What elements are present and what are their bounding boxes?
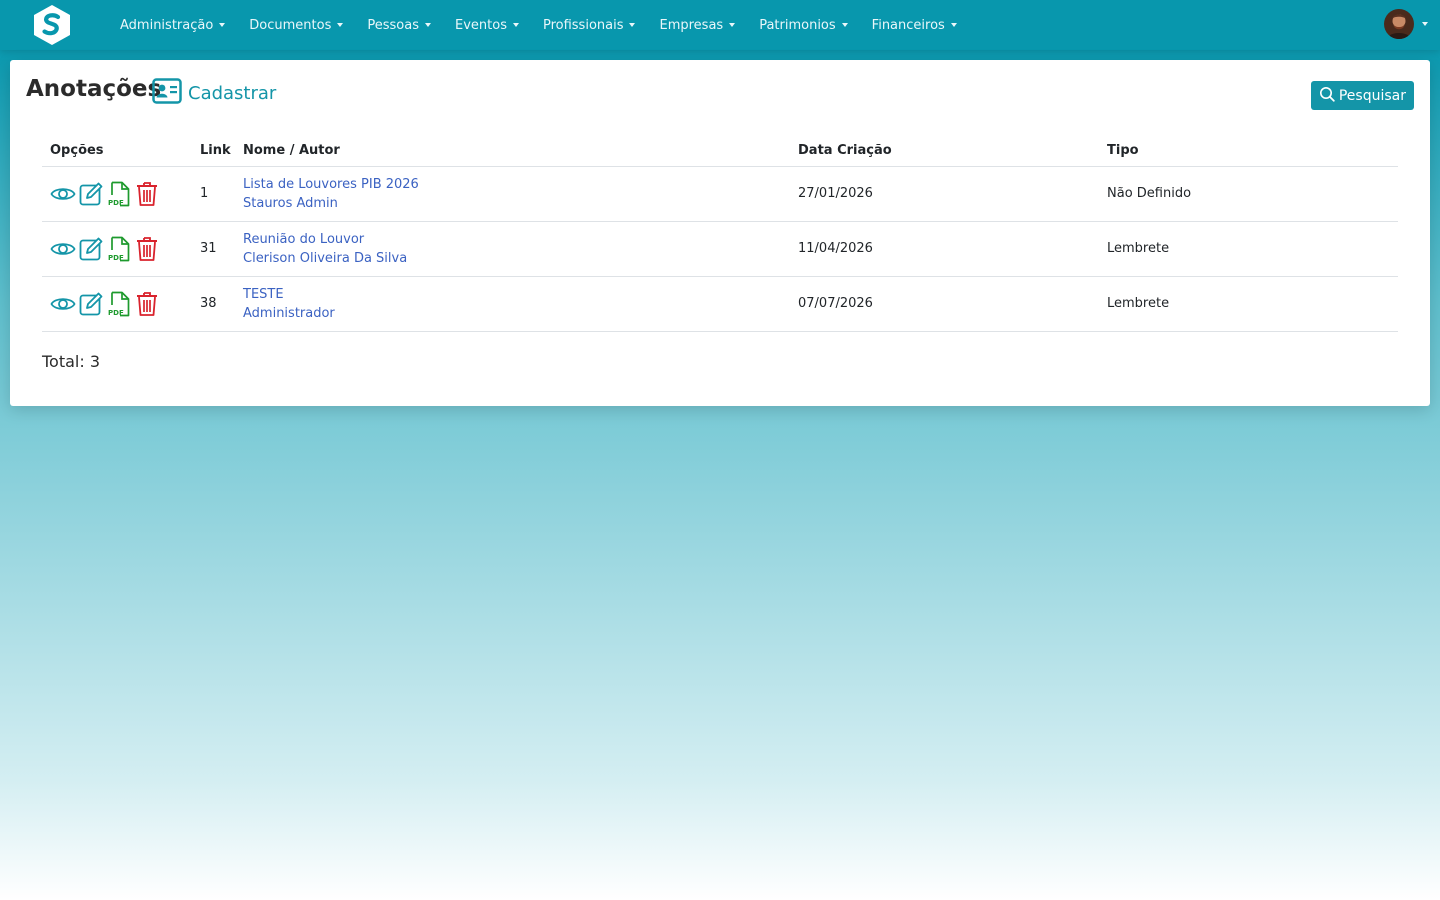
avatar[interactable]	[1384, 9, 1414, 39]
menu-profissionais[interactable]: Profissionais	[543, 18, 636, 33]
menu-label: Empresas	[659, 17, 724, 33]
created-date: 27/01/2026	[798, 186, 873, 201]
edit-icon[interactable]	[78, 181, 104, 207]
total-count: Total: 3	[42, 352, 101, 371]
menu-label: Financeiros	[871, 17, 945, 33]
caret-down-icon	[219, 23, 226, 27]
link-cell: 1	[200, 166, 243, 222]
type-cell: Lembrete	[1107, 276, 1398, 332]
edit-icon[interactable]	[78, 236, 104, 262]
table-row: PDF 31 Reunião do Louvor Clerison Olivei…	[42, 221, 1398, 277]
created-cell: 27/01/2026	[798, 166, 1107, 222]
search-button[interactable]: Pesquisar	[1310, 81, 1414, 110]
create-button[interactable]: Cadastrar	[152, 78, 276, 108]
menu-label: Pessoas	[367, 17, 419, 33]
table-header-row: Opções Link Nome / Autor Data Criação Ti…	[42, 136, 1398, 167]
menu-label: Administração	[120, 17, 214, 33]
menu-patrimonios[interactable]: Patrimonios	[759, 17, 848, 33]
menu-financeiros[interactable]: Financeiros	[872, 18, 957, 33]
navbar: Administração Documentos Pessoas Eventos…	[0, 0, 1440, 50]
link-number: 1	[200, 186, 209, 201]
type-cell: Não Definido	[1107, 166, 1398, 222]
id-card-icon	[152, 78, 182, 108]
user-menu[interactable]	[1384, 9, 1428, 39]
caret-down-icon	[337, 23, 344, 27]
create-button-label: Cadastrar	[188, 82, 277, 104]
note-type: Não Definido	[1107, 186, 1192, 201]
name-author-cell: Lista de Louvores PIB 2026 Stauros Admin	[243, 166, 798, 222]
svg-text:PDF: PDF	[108, 199, 124, 207]
note-author-link[interactable]: Administrador	[243, 304, 798, 323]
header-link: Link	[200, 136, 243, 167]
caret-down-icon	[629, 23, 636, 27]
menu-label: Documentos	[249, 17, 332, 33]
menu-pessoas[interactable]: Pessoas	[367, 18, 431, 33]
caret-down-icon	[512, 23, 519, 27]
link-cell: 38	[200, 276, 243, 332]
caret-down-icon	[841, 23, 848, 27]
search-button-label: Pesquisar	[1338, 87, 1406, 104]
header-name-author: Nome / Autor	[243, 136, 798, 167]
created-date: 11/04/2026	[798, 241, 873, 256]
table-row: PDF 38 TESTE Administrador 07/07/2026 Le…	[42, 276, 1398, 332]
link-number: 31	[200, 241, 217, 256]
note-author-link[interactable]: Clerison Oliveira Da Silva	[243, 249, 798, 268]
pdf-icon[interactable]: PDF	[106, 236, 132, 262]
header-created: Data Criação	[798, 136, 1107, 167]
caret-down-icon	[425, 23, 431, 27]
eye-icon[interactable]	[50, 181, 76, 207]
options-cell: PDF	[42, 276, 200, 332]
table-row: PDF 1 Lista de Louvores PIB 2026 Stauros…	[42, 166, 1398, 222]
svg-text:PDF: PDF	[108, 309, 124, 317]
main-menu: Administração Documentos Pessoas Eventos…	[120, 0, 981, 50]
name-author-cell: TESTE Administrador	[243, 276, 798, 332]
header-type: Tipo	[1107, 136, 1398, 167]
search-icon	[1319, 86, 1339, 106]
created-cell: 11/04/2026	[798, 221, 1107, 277]
eye-icon[interactable]	[50, 291, 76, 317]
note-type: Lembrete	[1107, 241, 1170, 256]
edit-icon[interactable]	[78, 291, 104, 317]
type-cell: Lembrete	[1107, 221, 1398, 277]
eye-icon[interactable]	[50, 236, 76, 262]
note-name-link[interactable]: Reunião do Louvor	[243, 230, 798, 249]
page-title: Anotações	[26, 76, 162, 102]
header-options: Opções	[42, 136, 200, 167]
note-name-link[interactable]: TESTE	[243, 285, 798, 304]
caret-down-icon	[1422, 22, 1428, 26]
svg-text:PDF: PDF	[108, 254, 124, 262]
options-cell: PDF	[42, 166, 200, 222]
menu-label: Eventos	[455, 17, 507, 33]
note-author-link[interactable]: Stauros Admin	[243, 194, 798, 213]
menu-eventos[interactable]: Eventos	[455, 18, 519, 33]
menu-empresas[interactable]: Empresas	[659, 17, 736, 33]
trash-icon[interactable]	[134, 181, 160, 207]
trash-icon[interactable]	[134, 236, 160, 262]
menu-label: Patrimonios	[759, 17, 836, 33]
menu-label: Profissionais	[542, 17, 624, 33]
caret-down-icon	[729, 23, 736, 27]
menu-documentos[interactable]: Documentos	[249, 17, 344, 33]
logo-icon[interactable]	[30, 4, 74, 46]
caret-down-icon	[950, 23, 957, 27]
pdf-icon[interactable]: PDF	[106, 291, 132, 317]
note-name-link[interactable]: Lista de Louvores PIB 2026	[243, 175, 798, 194]
menu-administracao[interactable]: Administração	[120, 17, 226, 33]
note-type: Lembrete	[1107, 296, 1170, 311]
notes-table: Opções Link Nome / Autor Data Criação Ti…	[42, 136, 1398, 332]
name-author-cell: Reunião do Louvor Clerison Oliveira Da S…	[243, 221, 798, 277]
notes-card: Anotações Cadastrar Pesquisar Opções Lin…	[10, 60, 1430, 406]
pdf-icon[interactable]: PDF	[106, 181, 132, 207]
link-cell: 31	[200, 221, 243, 277]
link-number: 38	[200, 296, 217, 311]
created-date: 07/07/2026	[798, 296, 873, 311]
created-cell: 07/07/2026	[798, 276, 1107, 332]
options-cell: PDF	[42, 221, 200, 277]
trash-icon[interactable]	[134, 291, 160, 317]
